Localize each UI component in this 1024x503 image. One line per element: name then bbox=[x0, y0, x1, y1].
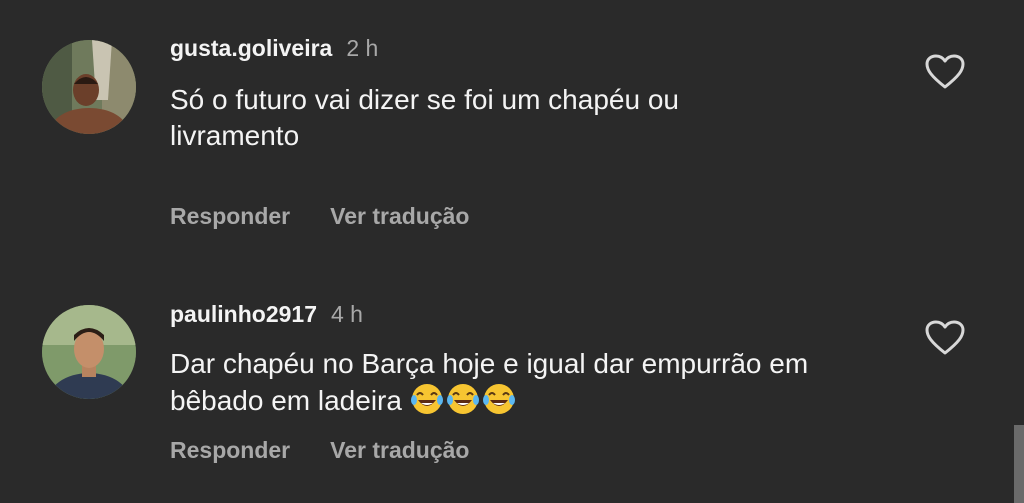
scrollbar[interactable] bbox=[1014, 425, 1024, 503]
heart-outline-icon[interactable] bbox=[925, 54, 965, 90]
reply-button[interactable]: Responder bbox=[170, 203, 290, 229]
translate-button[interactable]: Ver tradução bbox=[330, 437, 469, 463]
comment-text-line: Só o futuro vai dizer se foi um chapéu o… bbox=[170, 84, 679, 115]
comment-text: Só o futuro vai dizer se foi um chapéu o… bbox=[170, 82, 910, 154]
emoji-group bbox=[410, 384, 518, 416]
avatar[interactable] bbox=[42, 305, 136, 399]
heart-outline-icon[interactable] bbox=[925, 320, 965, 356]
comment-text-line: Dar chapéu no Barça hoje e igual dar emp… bbox=[170, 348, 809, 379]
comment-meta: paulinho2917 4 h bbox=[170, 300, 363, 328]
avatar-photo bbox=[42, 40, 136, 134]
timestamp: 4 h bbox=[330, 301, 363, 327]
avatar[interactable] bbox=[42, 40, 136, 134]
comment-text-line: livramento bbox=[170, 120, 300, 151]
comment-text: Dar chapéu no Barça hoje e igual dar emp… bbox=[170, 346, 910, 419]
laughing-tears-emoji bbox=[482, 384, 515, 414]
comment-meta: gusta.goliveira 2 h bbox=[170, 34, 378, 62]
comment-text-segment: bêbado em ladeira bbox=[170, 385, 402, 416]
translate-button[interactable]: Ver tradução bbox=[330, 203, 469, 229]
laughing-tears-emoji bbox=[410, 384, 443, 414]
laughing-tears-emoji bbox=[446, 384, 479, 414]
username[interactable]: gusta.goliveira bbox=[170, 35, 332, 61]
timestamp: 2 h bbox=[346, 35, 379, 61]
avatar-photo bbox=[42, 305, 136, 399]
comments-page: gusta.goliveira 2 h Só o futuro vai dizer… bbox=[0, 0, 1024, 503]
comment-actions: Responder Ver tradução bbox=[170, 436, 469, 464]
comment-text-line: bêbado em ladeira bbox=[170, 382, 910, 419]
comment-actions: Responder Ver tradução bbox=[170, 202, 469, 230]
username[interactable]: paulinho2917 bbox=[170, 301, 317, 327]
reply-button[interactable]: Responder bbox=[170, 437, 290, 463]
